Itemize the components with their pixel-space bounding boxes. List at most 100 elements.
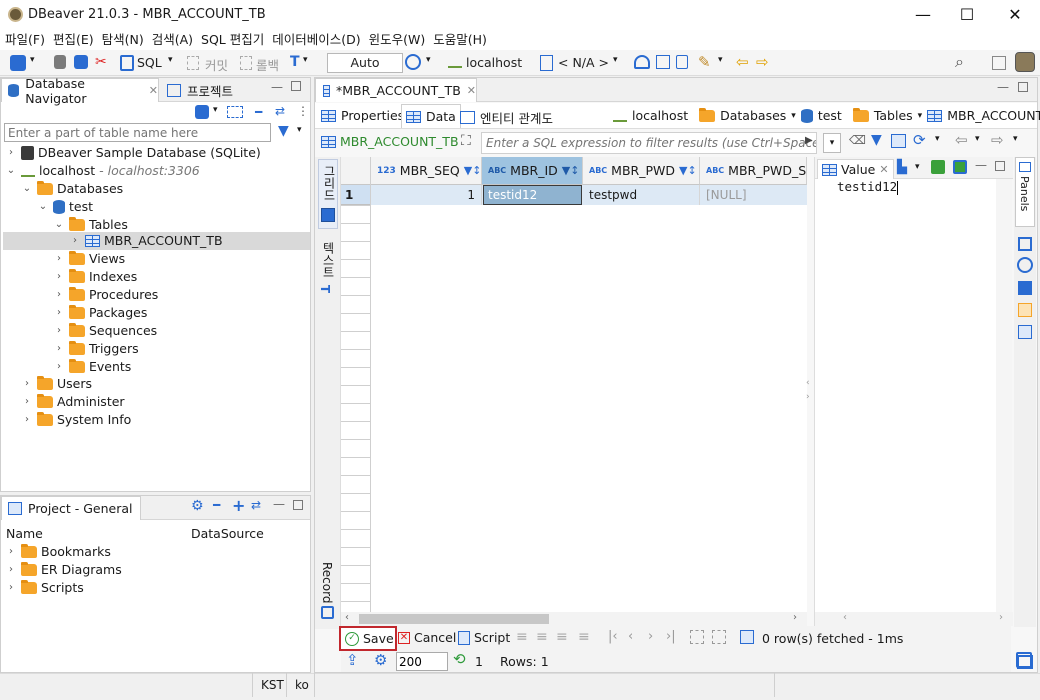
minimize-icon[interactable]: — xyxy=(271,80,283,94)
search-icon[interactable]: ⌕ xyxy=(955,52,964,72)
cancel-button[interactable]: ✕ Cancel xyxy=(398,630,456,645)
save-to-file-icon[interactable] xyxy=(931,160,945,174)
invalidate-icon[interactable] xyxy=(74,55,88,69)
first-page-icon[interactable]: |‹ xyxy=(608,629,618,644)
value-vertical-scrollbar[interactable] xyxy=(996,179,1012,612)
row-number-cell[interactable]: 1 xyxy=(341,185,371,205)
rollback-button[interactable]: 롤백 xyxy=(256,55,279,74)
new-connection-icon[interactable] xyxy=(195,105,209,119)
table-filter-input[interactable] xyxy=(4,123,271,142)
column-header-datasource[interactable]: DataSource xyxy=(191,526,264,541)
active-connection-selector[interactable]: localhost xyxy=(466,55,522,70)
back-icon[interactable]: ⇦ xyxy=(736,53,749,71)
tree-item-test-db[interactable]: ⌄ test xyxy=(37,198,93,216)
tab-project-general[interactable]: Project - General xyxy=(1,496,141,520)
commit-button[interactable]: 커밋 xyxy=(205,55,228,74)
filter-icon[interactable]: ▼ xyxy=(871,132,882,148)
forward-icon[interactable]: ⇨ xyxy=(991,131,1004,149)
project-item-bookmarks[interactable]: › Bookmarks xyxy=(5,543,111,561)
erase-filter-icon[interactable]: ⌫ xyxy=(849,133,866,147)
tree-item-users[interactable]: › Users xyxy=(21,375,92,393)
tab-value[interactable]: Value ✕ xyxy=(817,159,894,179)
splitter-right-icon[interactable]: › xyxy=(806,392,810,402)
breadcrumb-test[interactable]: test xyxy=(818,108,842,123)
add-row-icon[interactable]: ≡ xyxy=(536,629,548,645)
menu-edit[interactable]: 편집(E) xyxy=(49,30,98,50)
metadata-panel-icon[interactable] xyxy=(1018,237,1032,251)
menu-help[interactable]: 도움말(H) xyxy=(429,30,491,50)
subtab-er-diagram[interactable]: 엔티티 관계도 xyxy=(460,108,553,127)
cell-mbr-id[interactable]: testid12 xyxy=(483,185,582,205)
maximize-icon[interactable] xyxy=(1018,82,1028,92)
dropdown-icon[interactable]: ▾ xyxy=(426,55,431,65)
perspective-icon[interactable] xyxy=(992,56,1006,70)
menu-database[interactable]: 데이터베이스(D) xyxy=(268,30,364,50)
export-icon[interactable]: ⇪ xyxy=(346,651,359,669)
toggle-panels-icon[interactable] xyxy=(1016,652,1032,668)
scrollbar-thumb[interactable] xyxy=(359,614,549,624)
next-page-icon[interactable]: › xyxy=(648,629,653,644)
last-page-icon[interactable]: ›| xyxy=(666,629,676,644)
fetch-size-input[interactable] xyxy=(396,652,448,671)
tree-item-packages[interactable]: › Packages xyxy=(53,304,147,322)
tree-item-sample-database[interactable]: › DBeaver Sample Database (SQLite) xyxy=(5,144,261,162)
column-header-mbr-pwd-sa[interactable]: ABC MBR_PWD_SA xyxy=(700,157,807,185)
dropdown-icon[interactable]: ▾ xyxy=(918,111,923,121)
breadcrumb-localhost[interactable]: localhost xyxy=(632,108,688,123)
fetch-all-icon[interactable] xyxy=(712,630,726,644)
disconnect-icon[interactable]: ✂ xyxy=(95,54,107,70)
expand-arrow-icon[interactable]: › xyxy=(5,144,17,162)
breadcrumb-mbr-account-tb[interactable]: MBR_ACCOUNT_TB xyxy=(947,108,1040,123)
dropdown-icon[interactable]: ▾ xyxy=(30,55,35,65)
menu-navigate[interactable]: 탐색(N) xyxy=(98,30,148,50)
results-grid[interactable] xyxy=(341,157,807,612)
content-viewer-icon[interactable]: ▙ xyxy=(897,160,907,175)
maximize-icon[interactable] xyxy=(291,81,301,91)
splitter-left-icon[interactable]: ‹ xyxy=(806,378,810,388)
tab-grid-view[interactable]: 그리드 xyxy=(318,159,338,229)
er-diagram-icon[interactable] xyxy=(656,55,670,69)
collapse-arrow-icon[interactable]: ⌄ xyxy=(21,180,33,198)
grouping-panel-icon[interactable] xyxy=(1018,281,1032,295)
minimize-button[interactable]: — xyxy=(900,0,946,30)
new-folder-icon[interactable] xyxy=(227,106,243,118)
connect-icon[interactable] xyxy=(54,55,66,69)
column-header-mbr-pwd[interactable]: ABC MBR_PWD ▼↕ xyxy=(583,157,700,185)
expand-arrow-icon[interactable]: › xyxy=(53,322,65,340)
back-icon[interactable]: ⇦ xyxy=(955,131,968,149)
sort-filter-icon[interactable]: ▼↕ xyxy=(679,164,697,177)
value-editor[interactable]: testid12 xyxy=(837,179,899,195)
maximize-button[interactable]: ☐ xyxy=(944,0,990,30)
tab-database-navigator[interactable]: Database Navigator ✕ xyxy=(1,76,159,106)
sql-editor-icon[interactable] xyxy=(120,55,134,71)
expand-arrow-icon[interactable]: › xyxy=(5,561,17,579)
menu-sql-editor[interactable]: SQL 편집기 xyxy=(197,30,268,50)
expand-arrow-icon[interactable]: › xyxy=(53,250,65,268)
column-header-mbr-seq[interactable]: 123 MBR_SEQ ▼↕ xyxy=(371,157,482,185)
close-icon[interactable]: ✕ xyxy=(879,163,888,176)
script-button[interactable]: Script xyxy=(458,630,510,645)
auto-apply-icon[interactable] xyxy=(953,160,967,174)
dropdown-icon[interactable]: ▾ xyxy=(915,162,920,172)
menu-window[interactable]: 윈도우(W) xyxy=(365,30,430,50)
tree-item-views[interactable]: › Views xyxy=(53,250,125,268)
expand-filter-icon[interactable]: ⛶ xyxy=(461,133,471,149)
breadcrumb-tables[interactable]: Tables xyxy=(874,108,913,123)
dropdown-icon[interactable]: ▾ xyxy=(935,134,940,144)
minimize-icon[interactable]: — xyxy=(997,80,1009,94)
apply-filter-icon[interactable]: ▶ xyxy=(805,135,813,146)
tab-record-view[interactable]: Record xyxy=(318,560,338,624)
dropdown-icon[interactable]: ▾ xyxy=(613,55,618,65)
tab-text-view[interactable]: 텍스트 T xyxy=(318,240,338,302)
scroll-right-icon[interactable]: › xyxy=(793,612,797,623)
sql-filter-input[interactable] xyxy=(481,132,817,154)
expand-arrow-icon[interactable]: › xyxy=(53,340,65,358)
tree-item-localhost[interactable]: ⌄ localhost - localhost:3306 xyxy=(5,162,200,180)
refresh-icon[interactable]: ⟲ xyxy=(453,650,466,668)
dropdown-icon[interactable]: ▾ xyxy=(718,55,723,65)
tree-item-mbr-account-tb[interactable]: › MBR_ACCOUNT_TB xyxy=(3,232,310,250)
dropdown-icon[interactable]: ▾ xyxy=(168,55,173,65)
references-panel-icon[interactable] xyxy=(1018,303,1032,317)
tree-item-administer[interactable]: › Administer xyxy=(21,393,125,411)
tree-item-procedures[interactable]: › Procedures xyxy=(53,286,158,304)
